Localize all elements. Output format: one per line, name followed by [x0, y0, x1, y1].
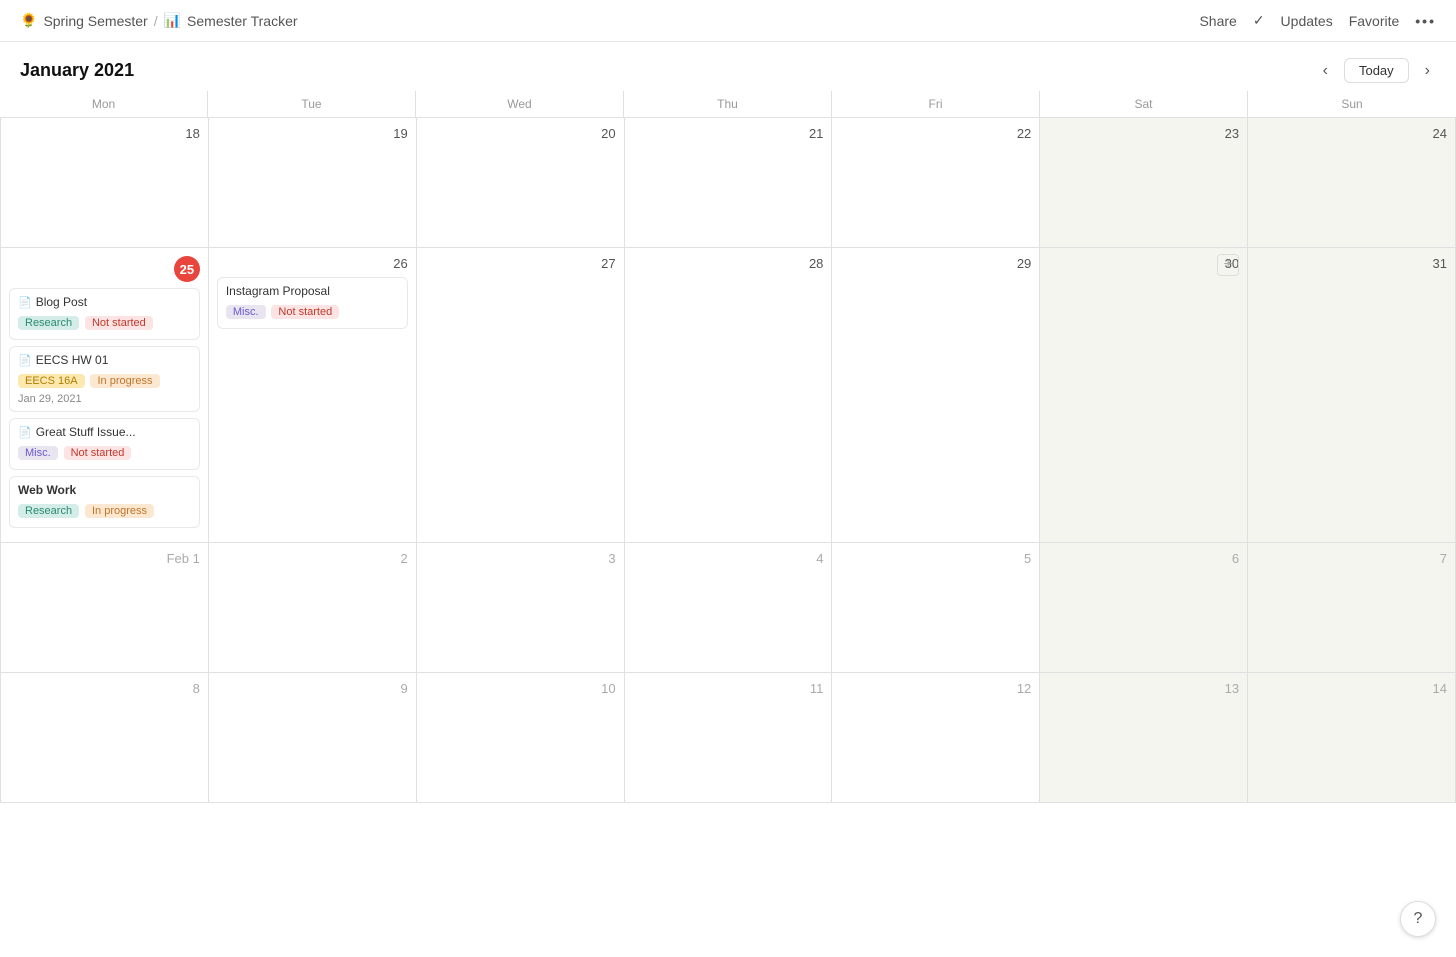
day-feb7: 7: [1248, 543, 1456, 673]
event-instagram[interactable]: Instagram Proposal Misc. Not started: [217, 277, 408, 329]
today-button[interactable]: Today: [1344, 58, 1409, 83]
day-feb6: 6: [1040, 543, 1248, 673]
day-30: 30 +: [1040, 248, 1248, 543]
top-nav: 🌻 Spring Semester / 📊 Semester Tracker S…: [0, 0, 1456, 42]
day-22: 22: [832, 118, 1040, 248]
day-feb2: 2: [209, 543, 417, 673]
day-18: 18: [1, 118, 209, 248]
calendar-grid: 18 19 20 21 22 23 24 25 📄 Blog Post Rese…: [0, 118, 1456, 803]
day-feb11: 11: [625, 673, 833, 803]
day-label-sun: Sun: [1248, 91, 1456, 117]
tag-misc-2: Misc.: [226, 305, 266, 319]
tag-eecs: EECS 16A: [18, 374, 85, 388]
doc-icon-3: 📄: [18, 426, 32, 439]
day-feb5: 5: [832, 543, 1040, 673]
day-20: 20: [417, 118, 625, 248]
tag-misc-1: Misc.: [18, 446, 58, 460]
today-badge: 25: [174, 256, 200, 282]
day-29: 29: [832, 248, 1040, 543]
day-feb12: 12: [832, 673, 1040, 803]
calendar-nav: ‹ Today ›: [1317, 58, 1436, 83]
share-button[interactable]: Share: [1199, 13, 1236, 29]
day-31: 31: [1248, 248, 1456, 543]
day-26: 26 Instagram Proposal Misc. Not started: [209, 248, 417, 543]
calendar-title: January 2021: [20, 60, 134, 81]
tag-not-started-1: Not started: [85, 316, 153, 330]
add-event-button-30[interactable]: +: [1217, 254, 1239, 276]
day-labels: Mon Tue Wed Thu Fri Sat Sun: [0, 91, 1456, 118]
day-label-mon: Mon: [0, 91, 208, 117]
day-label-sat: Sat: [1040, 91, 1248, 117]
day-25: 25 📄 Blog Post Research Not started 📄 EE…: [1, 248, 209, 543]
day-feb3: 3: [417, 543, 625, 673]
day-feb10: 10: [417, 673, 625, 803]
day-label-wed: Wed: [416, 91, 624, 117]
more-options-button[interactable]: •••: [1415, 13, 1436, 29]
day-feb1: Feb 1: [1, 543, 209, 673]
event-web-work[interactable]: Web Work Research In progress: [9, 476, 200, 528]
breadcrumb-part1[interactable]: Spring Semester: [43, 13, 147, 29]
day-feb4: 4: [625, 543, 833, 673]
calendar-header: January 2021 ‹ Today ›: [0, 42, 1456, 91]
event-eecs-title: EECS HW 01: [36, 353, 109, 367]
day-feb8: 8: [1, 673, 209, 803]
tag-not-started-2: Not started: [64, 446, 132, 460]
day-28: 28: [625, 248, 833, 543]
breadcrumb-sep: /: [154, 13, 158, 29]
day-feb13: 13: [1040, 673, 1248, 803]
doc-icon: 📄: [18, 296, 32, 309]
tag-in-progress-1: In progress: [90, 374, 159, 388]
day-label-thu: Thu: [624, 91, 832, 117]
day-27: 27: [417, 248, 625, 543]
event-web-work-title: Web Work: [18, 483, 76, 497]
check-icon: ✓: [1253, 12, 1265, 29]
event-eecs-date: Jan 29, 2021: [18, 393, 191, 405]
day-feb9: 9: [209, 673, 417, 803]
day-label-fri: Fri: [832, 91, 1040, 117]
day-19: 19: [209, 118, 417, 248]
event-great-stuff-title: Great Stuff Issue...: [36, 425, 136, 439]
event-blog-post[interactable]: 📄 Blog Post Research Not started: [9, 288, 200, 340]
event-instagram-title: Instagram Proposal: [226, 284, 330, 298]
day-21: 21: [625, 118, 833, 248]
next-month-button[interactable]: ›: [1419, 60, 1436, 82]
event-eecs-hw[interactable]: 📄 EECS HW 01 EECS 16A In progress Jan 29…: [9, 346, 200, 412]
day-24: 24: [1248, 118, 1456, 248]
day-feb14: 14: [1248, 673, 1456, 803]
breadcrumb-part2[interactable]: Semester Tracker: [187, 13, 297, 29]
event-blog-post-title: Blog Post: [36, 295, 87, 309]
tag-research-1: Research: [18, 316, 79, 330]
updates-button[interactable]: Updates: [1281, 13, 1333, 29]
day-label-tue: Tue: [208, 91, 416, 117]
prev-month-button[interactable]: ‹: [1317, 60, 1334, 82]
favorite-button[interactable]: Favorite: [1349, 13, 1400, 29]
tag-research-2: Research: [18, 504, 79, 518]
day-23: 23: [1040, 118, 1248, 248]
breadcrumb-emoji1: 🌻: [20, 12, 37, 29]
tag-in-progress-2: In progress: [85, 504, 154, 518]
tag-not-started-3: Not started: [271, 305, 339, 319]
help-button[interactable]: ?: [1400, 901, 1436, 937]
event-great-stuff[interactable]: 📄 Great Stuff Issue... Misc. Not started: [9, 418, 200, 470]
doc-icon-2: 📄: [18, 354, 32, 367]
breadcrumb-emoji2: 📊: [164, 12, 181, 29]
breadcrumb: 🌻 Spring Semester / 📊 Semester Tracker: [20, 12, 298, 29]
nav-actions: Share ✓ Updates Favorite •••: [1199, 12, 1436, 29]
